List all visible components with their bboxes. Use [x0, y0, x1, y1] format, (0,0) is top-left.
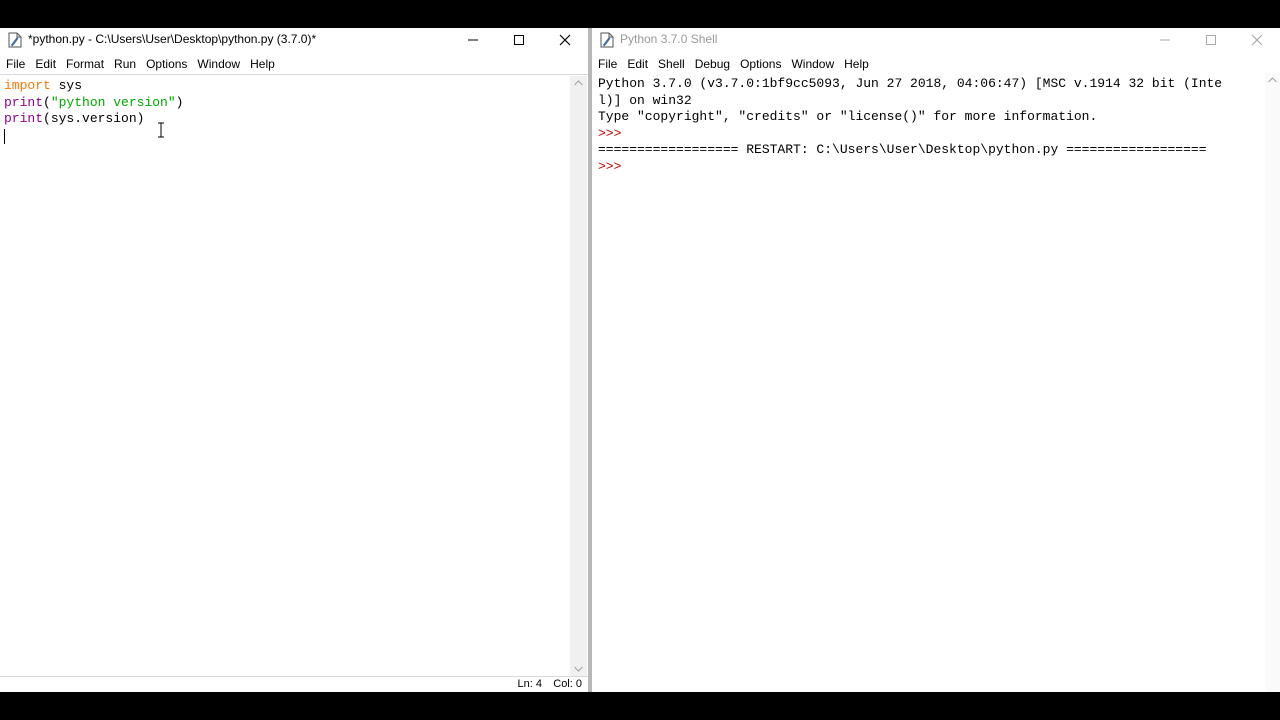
- code-line-1: import sys: [4, 78, 83, 93]
- editor-minimize-button[interactable]: [450, 28, 496, 52]
- scroll-up-arrow-icon[interactable]: [574, 80, 583, 86]
- shell-maximize-button[interactable]: [1188, 28, 1234, 52]
- shell-banner-line: l)] on win32: [598, 92, 692, 108]
- editor-menu-options[interactable]: Options: [141, 53, 192, 75]
- shell-minimize-button[interactable]: [1142, 28, 1188, 52]
- editor-menubar: File Edit Format Run Options Window Help: [0, 53, 588, 75]
- shell-menubar: File Edit Shell Debug Options Window Hel…: [592, 53, 1280, 75]
- editor-menu-help[interactable]: Help: [245, 53, 280, 75]
- editor-menu-run[interactable]: Run: [109, 53, 141, 75]
- shell-prompt: >>>: [598, 125, 630, 141]
- shell-menu-edit[interactable]: Edit: [622, 53, 653, 75]
- status-line-number: Ln: 4: [517, 678, 542, 690]
- shell-titlebar[interactable]: Python 3.7.0 Shell: [592, 28, 1280, 52]
- editor-titlebar[interactable]: *python.py - C:\Users\User\Desktop\pytho…: [0, 28, 588, 52]
- editor-menu-edit[interactable]: Edit: [30, 53, 61, 75]
- editor-window: *python.py - C:\Users\User\Desktop\pytho…: [0, 28, 588, 692]
- shell-vertical-scrollbar[interactable]: [1265, 73, 1280, 692]
- idle-icon: [6, 31, 24, 49]
- shell-menu-shell[interactable]: Shell: [653, 53, 690, 75]
- close-icon: [1251, 34, 1263, 46]
- text-caret: [4, 129, 5, 144]
- shell-window-title: Python 3.7.0 Shell: [620, 32, 718, 46]
- shell-menu-options[interactable]: Options: [735, 53, 786, 75]
- text-ibeam-cursor-icon: [158, 122, 164, 138]
- code-line-2: print("python version"): [4, 94, 184, 110]
- shell-restart-line: ================== RESTART: C:\Users\Use…: [598, 142, 1207, 157]
- shell-output-area[interactable]: Python 3.7.0 (v3.7.0:1bf9cc5093, Jun 27 …: [598, 76, 1263, 690]
- shell-menu-help[interactable]: Help: [839, 53, 874, 75]
- close-icon: [559, 34, 571, 46]
- editor-statusbar: Ln: 4 Col: 0: [0, 676, 588, 692]
- editor-window-title: *python.py - C:\Users\User\Desktop\pytho…: [28, 32, 317, 46]
- shell-window: Python 3.7.0 Shell File Edit Shell Debug…: [592, 28, 1280, 692]
- code-line-3: print(sys.version): [4, 111, 145, 126]
- maximize-icon: [514, 35, 524, 45]
- editor-maximize-button[interactable]: [496, 28, 542, 52]
- editor-menu-window[interactable]: Window: [192, 53, 245, 75]
- scroll-down-arrow-icon[interactable]: [574, 666, 583, 672]
- shell-menu-window[interactable]: Window: [786, 53, 839, 75]
- status-column-number: Col: 0: [553, 678, 582, 690]
- shell-menu-file[interactable]: File: [593, 53, 622, 75]
- shell-close-button[interactable]: [1234, 28, 1280, 52]
- minimize-icon: [1160, 39, 1170, 41]
- shell-menu-debug[interactable]: Debug: [690, 53, 735, 75]
- shell-banner-line: Type "copyright", "credits" or "license(…: [598, 109, 1098, 124]
- editor-menu-file[interactable]: File: [1, 53, 30, 75]
- maximize-icon: [1206, 35, 1216, 45]
- idle-icon: [598, 31, 616, 49]
- editor-vertical-scrollbar[interactable]: [570, 76, 587, 676]
- editor-close-button[interactable]: [542, 28, 588, 52]
- shell-prompt: >>>: [598, 158, 630, 174]
- code-editor-area[interactable]: import sys print("python version") print(s…: [4, 78, 569, 674]
- shell-banner-line: Python 3.7.0 (v3.7.0:1bf9cc5093, Jun 27 …: [598, 76, 1223, 91]
- minimize-icon: [468, 39, 478, 41]
- scroll-up-arrow-icon[interactable]: [1268, 77, 1277, 83]
- editor-menu-format[interactable]: Format: [61, 53, 109, 75]
